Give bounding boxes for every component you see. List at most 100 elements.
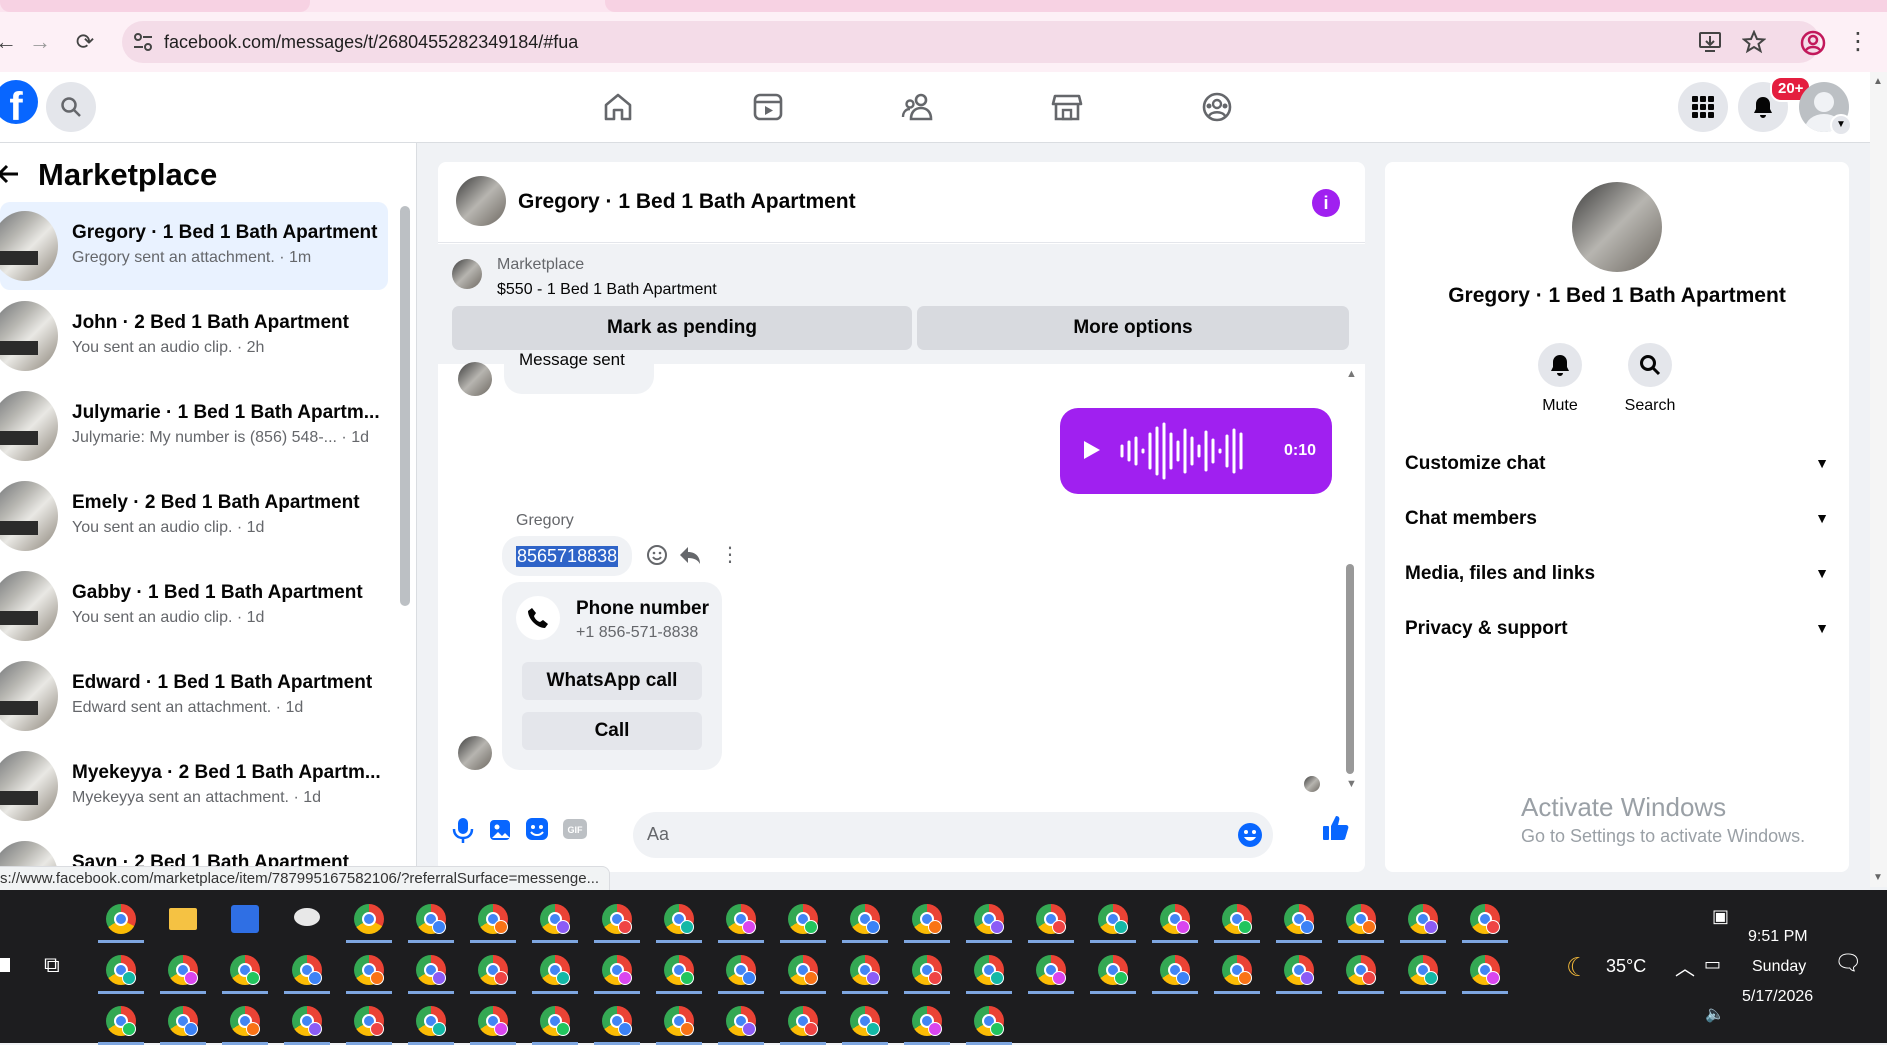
conversation-avatar[interactable] — [456, 176, 506, 226]
chat-list-item[interactable]: John · 2 Bed 1 Bath Apartment You sent an… — [0, 292, 388, 380]
chrome-icon[interactable] — [594, 1004, 640, 1045]
chrome-icon[interactable] — [1028, 953, 1074, 994]
chrome-icon[interactable] — [1214, 902, 1260, 943]
profile-icon[interactable] — [1800, 30, 1826, 56]
chrome-icon[interactable] — [160, 1004, 206, 1045]
message-bubble[interactable]: 8565718838 — [502, 536, 632, 576]
whatsapp-call-button[interactable]: WhatsApp call — [522, 662, 702, 700]
forward-arrow-icon[interactable]: → — [28, 30, 52, 54]
details-avatar[interactable] — [1572, 182, 1662, 272]
chat-list-item[interactable]: Gregory · 1 Bed 1 Bath Apartment Gregory … — [0, 202, 388, 290]
chrome-icon[interactable] — [98, 1004, 144, 1045]
chrome-icon[interactable] — [842, 902, 888, 943]
emoji-icon[interactable] — [1237, 822, 1263, 848]
app-icon[interactable] — [228, 902, 262, 936]
chrome-icon[interactable] — [346, 953, 392, 994]
chrome-icon[interactable] — [98, 902, 144, 943]
phone-number-message[interactable]: 8565718838 — [516, 546, 619, 567]
browser-tab-active[interactable] — [605, 0, 1887, 12]
chat-list-item[interactable]: Emely · 2 Bed 1 Bath Apartment You sent a… — [0, 472, 388, 560]
chrome-icon[interactable] — [470, 902, 516, 943]
chrome-icon[interactable] — [718, 953, 764, 994]
chrome-icon[interactable] — [656, 1004, 702, 1045]
chrome-icon[interactable] — [594, 902, 640, 943]
gif-icon[interactable]: GIF — [562, 816, 588, 842]
chrome-icon[interactable] — [1090, 953, 1136, 994]
weather-temperature[interactable]: 35°C — [1606, 956, 1646, 977]
browser-tab[interactable] — [0, 0, 310, 12]
mute-button[interactable]: Mute — [1515, 343, 1605, 415]
chrome-icon[interactable] — [780, 902, 826, 943]
tray-notification-icon[interactable]: ▣ — [1712, 906, 1729, 927]
microphone-icon[interactable] — [452, 816, 474, 844]
reply-icon[interactable] — [678, 544, 702, 566]
info-icon[interactable]: i — [1312, 189, 1340, 217]
facebook-search-button[interactable] — [46, 82, 96, 132]
task-view-icon[interactable]: ⧉ — [44, 952, 60, 978]
chrome-icon[interactable] — [656, 953, 702, 994]
chrome-icon[interactable] — [904, 902, 950, 943]
chrome-icon[interactable] — [222, 953, 268, 994]
play-icon[interactable] — [1080, 438, 1102, 462]
chat-list-scrollbar[interactable] — [400, 206, 410, 606]
search-conversation-button[interactable]: Search — [1605, 343, 1695, 415]
menu-button[interactable] — [1678, 82, 1728, 132]
address-bar[interactable]: facebook.com/messages/t/2680455282349184… — [122, 21, 1820, 63]
media-files-links-row[interactable]: Media, files and links ▼ — [1405, 563, 1829, 593]
chrome-icon[interactable] — [656, 902, 702, 943]
scroll-up-icon[interactable]: ▲ — [1346, 368, 1357, 380]
chrome-icon[interactable] — [98, 953, 144, 994]
privacy-support-row[interactable]: Privacy & support ▼ — [1405, 618, 1829, 648]
chrome-icon[interactable] — [904, 1004, 950, 1045]
chrome-icon[interactable] — [1152, 953, 1198, 994]
bookmark-star-icon[interactable] — [1742, 30, 1766, 54]
show-hidden-icons-chevron-icon[interactable]: ︿ — [1675, 952, 1695, 981]
chrome-icon[interactable] — [1338, 902, 1384, 943]
customize-chat-row[interactable]: Customize chat ▼ — [1405, 453, 1829, 483]
audio-message-bubble[interactable]: 0:10 — [1060, 408, 1332, 494]
chrome-icon[interactable] — [718, 902, 764, 943]
facebook-logo-icon[interactable]: f — [0, 80, 38, 124]
chrome-icon[interactable] — [1028, 902, 1074, 943]
app-icon[interactable] — [290, 902, 324, 936]
chrome-icon[interactable] — [532, 1004, 578, 1045]
photo-icon[interactable] — [488, 816, 512, 842]
clock-time[interactable]: 9:51 PM — [1748, 928, 1808, 946]
chrome-icon[interactable] — [408, 1004, 454, 1045]
chrome-icon[interactable] — [284, 953, 330, 994]
friends-icon[interactable] — [901, 90, 935, 124]
listing-thumbnail[interactable] — [452, 259, 482, 289]
scroll-down-icon[interactable]: ▼ — [1346, 778, 1357, 790]
react-emoji-icon[interactable] — [646, 544, 668, 566]
video-icon[interactable] — [751, 90, 785, 124]
chrome-icon[interactable] — [532, 953, 578, 994]
back-arrow-icon[interactable] — [0, 161, 22, 187]
chrome-icon[interactable] — [284, 1004, 330, 1045]
url-text[interactable]: facebook.com/messages/t/2680455282349184… — [164, 32, 578, 53]
volume-icon[interactable]: 🔈 — [1705, 1004, 1725, 1024]
chrome-icon[interactable] — [532, 902, 578, 943]
chat-list-item[interactable]: Gabby · 1 Bed 1 Bath Apartment You sent a… — [0, 562, 388, 650]
chrome-icon[interactable] — [904, 953, 950, 994]
chrome-icon[interactable] — [346, 1004, 392, 1045]
chrome-icon[interactable] — [594, 953, 640, 994]
chat-list-item[interactable]: Myekeyya · 2 Bed 1 Bath Apartm... Myekeyy… — [0, 742, 388, 830]
mark-as-pending-button[interactable]: Mark as pending — [452, 306, 912, 350]
chrome-icon[interactable] — [1338, 953, 1384, 994]
chrome-icon[interactable] — [966, 902, 1012, 943]
back-arrow-icon[interactable]: ← — [0, 30, 18, 54]
chrome-icon[interactable] — [780, 953, 826, 994]
chrome-icon[interactable] — [1462, 953, 1508, 994]
chrome-icon[interactable] — [470, 1004, 516, 1045]
groups-icon[interactable] — [1200, 90, 1234, 124]
browser-menu-icon[interactable]: ⋮ — [1846, 30, 1870, 54]
site-settings-icon[interactable] — [132, 31, 154, 53]
message-input[interactable]: Aa — [633, 812, 1273, 858]
chrome-icon[interactable] — [1400, 953, 1446, 994]
chrome-icon[interactable] — [1214, 953, 1260, 994]
thumbs-up-icon[interactable] — [1322, 814, 1350, 842]
more-actions-icon[interactable]: ⋮ — [720, 542, 740, 567]
network-icon[interactable]: ▭ — [1704, 954, 1721, 975]
chrome-icon[interactable] — [842, 953, 888, 994]
chrome-icon[interactable] — [408, 953, 454, 994]
